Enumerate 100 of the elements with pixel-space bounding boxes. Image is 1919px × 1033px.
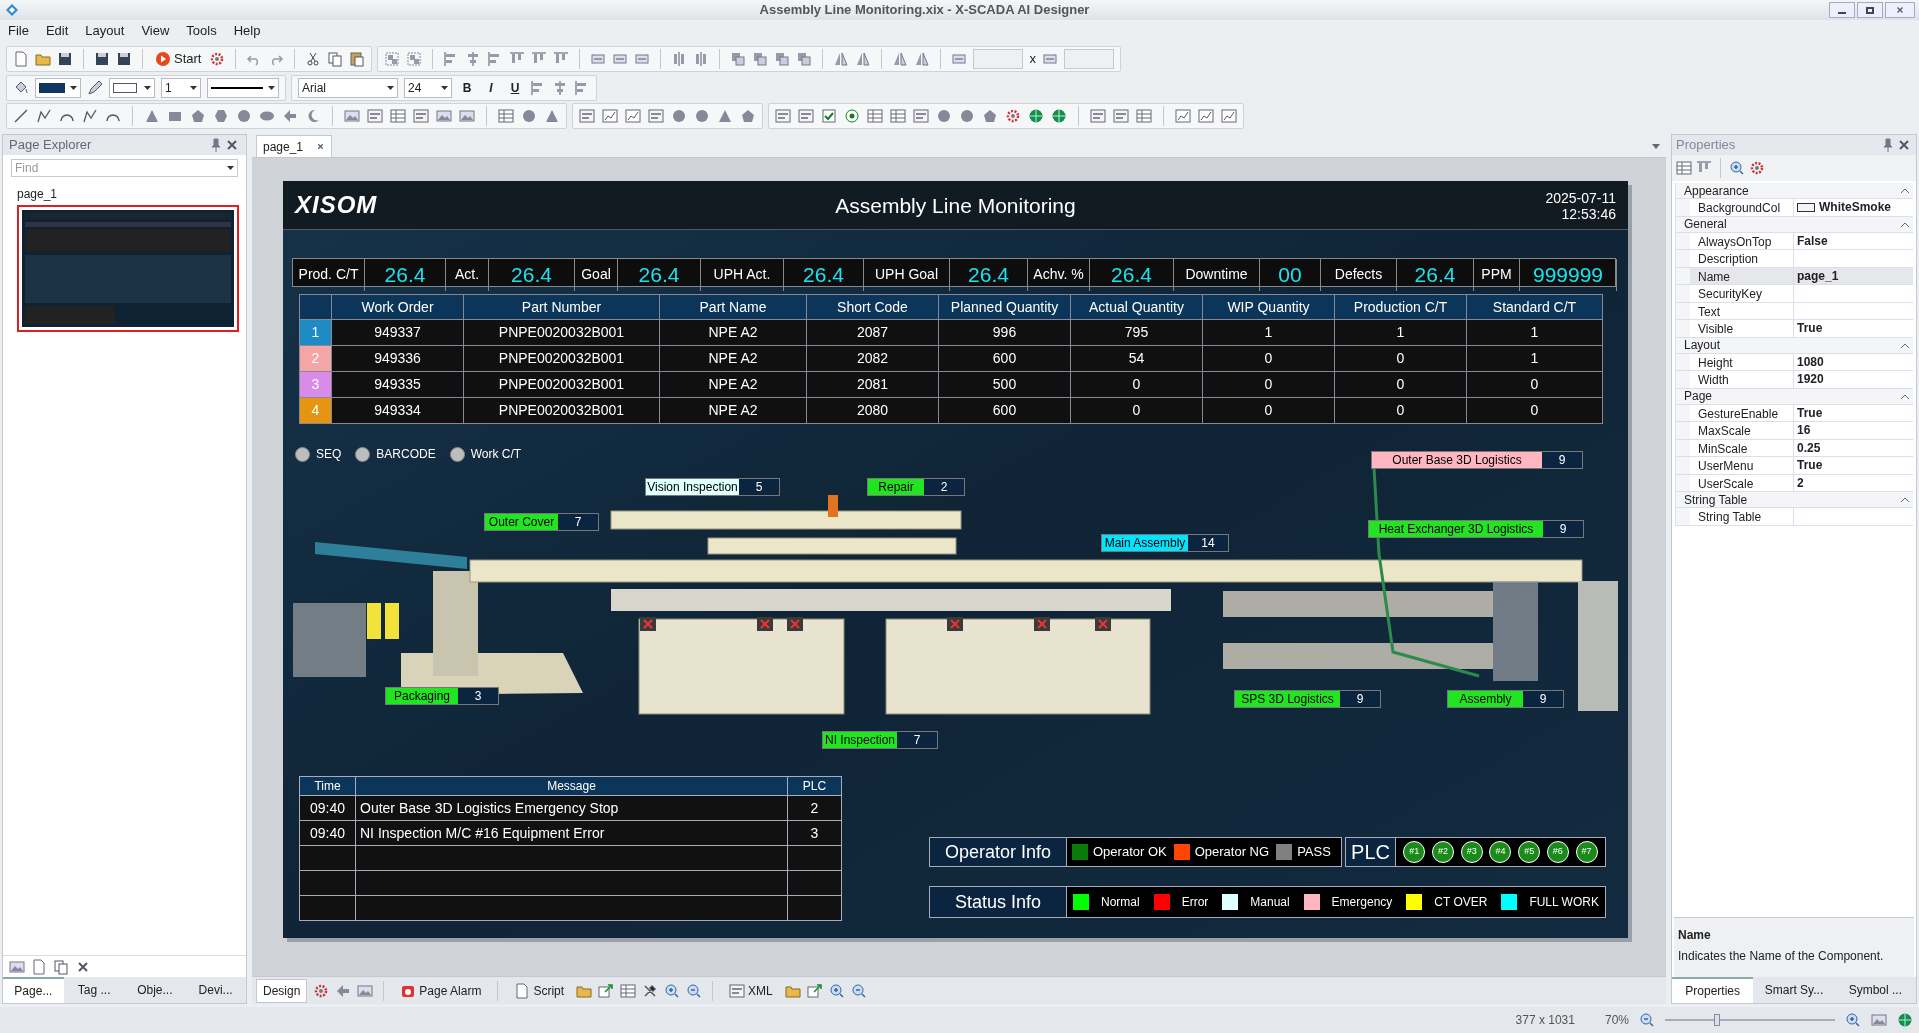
- circle-icon[interactable]: [236, 108, 252, 124]
- copy-icon[interactable]: [327, 51, 344, 67]
- zoom-out-icon[interactable]: [1639, 1012, 1655, 1028]
- list-box-icon[interactable]: [798, 108, 814, 124]
- font-size-dropdown[interactable]: 24: [404, 78, 452, 98]
- gear-tool-icon[interactable]: [1005, 108, 1021, 124]
- triangle-icon[interactable]: [144, 108, 160, 124]
- copy-page-icon[interactable]: [53, 958, 69, 975]
- menu-item[interactable]: Help: [233, 21, 261, 41]
- pentagon-badge-icon[interactable]: [740, 108, 756, 124]
- property-row[interactable]: GestureEnable True: [1676, 404, 1913, 422]
- editor-tab[interactable]: Script: [508, 978, 571, 1003]
- bold-button[interactable]: B: [458, 79, 476, 97]
- editor-tab[interactable]: Design: [256, 978, 308, 1003]
- panel-image-icon[interactable]: [9, 958, 25, 975]
- collapse-icon[interactable]: [1901, 393, 1909, 399]
- open-folder-icon[interactable]: [35, 51, 51, 67]
- line-chart-icon[interactable]: [1175, 108, 1191, 124]
- page-thumbnail[interactable]: [17, 205, 239, 332]
- underline-button[interactable]: U: [506, 79, 524, 97]
- menu-item[interactable]: Layout: [85, 21, 125, 41]
- italic-button[interactable]: I: [482, 79, 500, 97]
- menu-item[interactable]: Edit: [45, 21, 69, 41]
- radio-icon[interactable]: [844, 108, 860, 124]
- panel-tab[interactable]: Smart Sy...: [1753, 977, 1835, 1003]
- panel-tab[interactable]: Symbol ...: [1834, 977, 1916, 1003]
- radio-button[interactable]: [295, 446, 310, 462]
- panel-tab[interactable]: Tag ...: [63, 977, 125, 1003]
- cut-icon[interactable]: [305, 51, 322, 67]
- property-row[interactable]: MinScale 0.25: [1676, 439, 1913, 457]
- collapse-icon[interactable]: [1901, 221, 1909, 227]
- line-icon[interactable]: [13, 108, 29, 124]
- image-icon[interactable]: [344, 108, 360, 124]
- ungroup-icon[interactable]: [406, 51, 423, 67]
- new-page-icon[interactable]: [31, 958, 47, 975]
- editor-tab[interactable]: Page Alarm: [394, 978, 488, 1003]
- zoom-in-icon[interactable]: [664, 982, 681, 999]
- property-row[interactable]: SecurityKey: [1676, 285, 1913, 303]
- line-style-dropdown[interactable]: [207, 78, 279, 98]
- menu-item[interactable]: File: [8, 21, 29, 41]
- pentagon-icon[interactable]: [190, 108, 206, 124]
- slider-thumb[interactable]: [1714, 1014, 1721, 1026]
- property-row[interactable]: Text: [1676, 302, 1913, 320]
- align-text-center-icon[interactable]: [552, 80, 568, 96]
- collapse-icon[interactable]: [1901, 342, 1909, 348]
- property-row[interactable]: AlwaysOnTop False: [1676, 232, 1913, 250]
- fill-color-dropdown[interactable]: [35, 78, 81, 98]
- close-icon[interactable]: [316, 142, 325, 151]
- page-label[interactable]: page_1: [17, 185, 232, 203]
- image-icon[interactable]: [357, 982, 374, 999]
- property-row[interactable]: MaxScale 16: [1676, 422, 1913, 440]
- fill-bucket-icon[interactable]: [13, 80, 29, 96]
- hexagon-icon[interactable]: [213, 108, 229, 124]
- line-width-dropdown[interactable]: 1: [161, 78, 201, 98]
- menu-item[interactable]: View: [141, 21, 170, 41]
- design-gear-icon[interactable]: [313, 982, 330, 999]
- property-row[interactable]: Height 1080: [1676, 353, 1913, 371]
- property-row[interactable]: Visible True: [1676, 320, 1913, 338]
- start-button[interactable]: Start: [153, 49, 204, 69]
- polygon-line-icon[interactable]: [82, 108, 98, 124]
- bring-front-icon[interactable]: [730, 51, 747, 67]
- restore-button[interactable]: [1857, 2, 1883, 18]
- radio-button[interactable]: [355, 446, 371, 462]
- checkbox-icon[interactable]: [821, 108, 837, 124]
- gear-icon[interactable]: [209, 51, 226, 67]
- arrow-shape-icon[interactable]: [282, 108, 298, 124]
- panel-tab[interactable]: Obje...: [124, 977, 186, 1003]
- radio-button[interactable]: [449, 446, 465, 462]
- document-tab[interactable]: page_1: [256, 135, 332, 157]
- globe-icon[interactable]: [1028, 108, 1044, 124]
- caret-icon[interactable]: [1652, 144, 1660, 149]
- pen-icon[interactable]: [87, 80, 103, 96]
- save-all-icon[interactable]: [94, 51, 110, 67]
- line-color-dropdown[interactable]: [109, 78, 155, 98]
- panel-tab[interactable]: Properties: [1672, 977, 1754, 1003]
- network-globe-icon[interactable]: [1051, 108, 1067, 124]
- zoom-out-icon[interactable]: [850, 982, 867, 999]
- group-icon[interactable]: [384, 51, 401, 67]
- export-icon[interactable]: [598, 982, 615, 999]
- height-field[interactable]: [1063, 49, 1114, 69]
- zoom-in-icon[interactable]: [1845, 1012, 1861, 1028]
- save-as-icon[interactable]: [116, 51, 132, 67]
- text-box-icon[interactable]: [775, 108, 791, 124]
- property-row[interactable]: Width 1920: [1676, 371, 1913, 389]
- zoom-out-icon[interactable]: [686, 982, 703, 999]
- editor-tab[interactable]: XML: [723, 978, 779, 1003]
- polyline-icon[interactable]: [36, 108, 52, 124]
- menu-item[interactable]: Tools: [186, 21, 217, 41]
- flip-horizontal-icon[interactable]: [833, 51, 850, 67]
- panel-tab[interactable]: Page...: [3, 977, 64, 1003]
- columns-icon[interactable]: [620, 982, 637, 999]
- minimize-button[interactable]: [1829, 2, 1855, 18]
- same-width-icon[interactable]: [590, 51, 607, 67]
- paste-icon[interactable]: [349, 51, 366, 67]
- property-row[interactable]: String Table: [1676, 508, 1913, 526]
- collapse-icon[interactable]: [1901, 497, 1909, 502]
- property-row[interactable]: BackgroundCol WhiteSmoke: [1676, 199, 1913, 217]
- width-field[interactable]: [973, 49, 1024, 69]
- collapse-icon[interactable]: [1901, 188, 1909, 193]
- property-row[interactable]: Description: [1676, 250, 1913, 268]
